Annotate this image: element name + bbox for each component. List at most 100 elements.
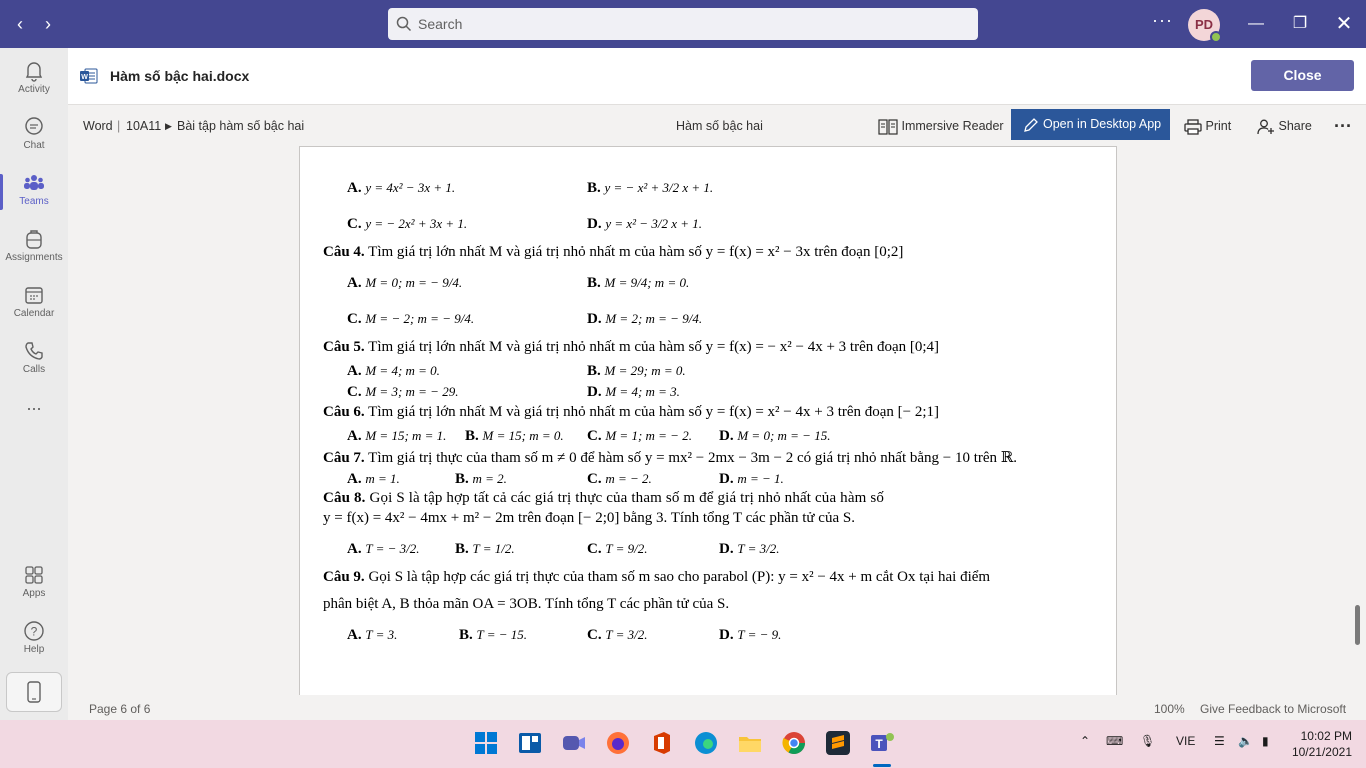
firefox-icon[interactable] bbox=[605, 730, 631, 756]
option-label: A. bbox=[347, 627, 362, 643]
option-label: C. bbox=[587, 471, 602, 487]
volume-icon[interactable]: 🔈 bbox=[1238, 734, 1253, 748]
share-person-icon bbox=[1257, 119, 1274, 134]
answer-b: M = 15; m = 0. bbox=[482, 428, 564, 443]
immersive-reader-icon bbox=[878, 119, 898, 135]
file-explorer-icon[interactable] bbox=[737, 730, 763, 756]
document-header: W Hàm số bậc hai.docx Close bbox=[68, 48, 1366, 104]
breadcrumb-chevron-icon: ▶ bbox=[165, 121, 172, 131]
immersive-reader-button[interactable]: Immersive Reader bbox=[878, 109, 1004, 143]
option-label: D. bbox=[719, 471, 734, 487]
question-text: Tìm giá trị lớn nhất M và giá trị nhỏ nh… bbox=[368, 404, 940, 420]
breadcrumb-app[interactable]: Word bbox=[83, 119, 113, 133]
rail-item-assignments[interactable]: Assignments bbox=[0, 220, 68, 276]
print-button[interactable]: Print bbox=[1184, 109, 1231, 143]
breadcrumb-class[interactable]: 10A11 bbox=[126, 119, 161, 133]
avatar[interactable]: PD bbox=[1188, 9, 1222, 43]
zoom-level[interactable]: 100% bbox=[1154, 702, 1185, 716]
office-icon[interactable] bbox=[649, 730, 675, 756]
forward-arrow-icon[interactable]: › bbox=[36, 12, 60, 36]
show-hidden-icons-chevron-icon[interactable]: ⌃ bbox=[1080, 734, 1090, 748]
download-mobile-button[interactable] bbox=[6, 672, 62, 712]
status-available-icon bbox=[1210, 31, 1222, 43]
close-button[interactable]: Close bbox=[1251, 60, 1354, 91]
search-input[interactable]: Search bbox=[388, 8, 978, 40]
answer-b: M = 29; m = 0. bbox=[604, 363, 686, 378]
answer-c: M = 1; m = − 2. bbox=[605, 428, 692, 443]
sublime-icon[interactable] bbox=[825, 730, 851, 756]
rail-item-label: Calls bbox=[22, 364, 46, 375]
document-center-title: Hàm số bậc hai bbox=[676, 119, 763, 133]
rail-item-help[interactable]: ? Help bbox=[0, 612, 68, 668]
task-view-icon[interactable] bbox=[517, 730, 543, 756]
answer-c: M = 3; m = − 29. bbox=[365, 384, 459, 399]
search-icon bbox=[396, 16, 412, 32]
option-label: C. bbox=[347, 216, 362, 232]
minimize-icon[interactable]: — bbox=[1244, 12, 1268, 36]
option-label: C. bbox=[587, 627, 602, 643]
answer-b: T = 1/2. bbox=[472, 541, 515, 556]
chat-icon bbox=[25, 117, 43, 135]
edge-icon[interactable] bbox=[693, 730, 719, 756]
feedback-link[interactable]: Give Feedback to Microsoft bbox=[1200, 702, 1346, 716]
answer-b: T = − 15. bbox=[476, 627, 528, 642]
answer-c: m = − 2. bbox=[605, 471, 652, 486]
close-window-icon[interactable]: ✕ bbox=[1332, 12, 1356, 36]
back-arrow-icon[interactable]: ‹ bbox=[8, 12, 32, 36]
open-in-desktop-app-button[interactable]: Open in Desktop App bbox=[1011, 109, 1170, 140]
rail-item-calendar[interactable]: Calendar bbox=[0, 276, 68, 332]
page-indicator: Page 6 of 6 bbox=[89, 702, 151, 716]
rail-item-apps[interactable]: Apps bbox=[0, 556, 68, 612]
document-title: Hàm số bậc hai.docx bbox=[110, 68, 250, 84]
breadcrumb-folder[interactable]: Bài tập hàm số bậc hai bbox=[177, 119, 304, 133]
vertical-scrollbar-thumb[interactable] bbox=[1355, 605, 1360, 645]
answer-c: T = 9/2. bbox=[605, 541, 648, 556]
more-commands-button[interactable]: ··· bbox=[1334, 109, 1352, 143]
avatar-initials: PD bbox=[1194, 17, 1214, 32]
question-label: Câu 6. bbox=[323, 404, 365, 420]
clock-date: 10/21/2021 bbox=[1291, 745, 1352, 759]
answer-d: M = 2; m = − 9/4. bbox=[605, 311, 703, 326]
answer-a: T = − 3/2. bbox=[365, 541, 420, 556]
svg-text:W: W bbox=[81, 74, 88, 81]
meet-chat-icon[interactable] bbox=[561, 730, 587, 756]
question-label: Câu 4. bbox=[323, 244, 365, 260]
document-page: A. y = 4x² − 3x + 1. B. y = − x² + 3/2 x… bbox=[299, 146, 1117, 695]
more-options-button[interactable]: ··· bbox=[1152, 10, 1173, 31]
immersive-reader-label: Immersive Reader bbox=[901, 119, 1004, 133]
maximize-icon[interactable]: ❐ bbox=[1288, 12, 1312, 36]
system-clock[interactable]: 10:02 PM 10/21/2021 bbox=[1290, 728, 1352, 760]
windows-start-icon[interactable] bbox=[473, 730, 499, 756]
microphone-icon[interactable]: 🎙 bbox=[1140, 734, 1155, 748]
input-language[interactable]: VIE bbox=[1176, 734, 1195, 748]
backpack-icon bbox=[26, 230, 42, 249]
rail-item-label: Help bbox=[23, 644, 45, 655]
help-icon: ? bbox=[24, 621, 44, 641]
question-text: Gọi S là tập hợp tất cả các giá trị thực… bbox=[369, 490, 884, 506]
answer-a: M = 15; m = 1. bbox=[365, 428, 447, 443]
answer-d: m = − 1. bbox=[737, 471, 784, 486]
answer-b: m = 2. bbox=[472, 471, 507, 486]
rail-item-chat[interactable]: Chat bbox=[0, 108, 68, 164]
rail-item-label: Chat bbox=[23, 140, 45, 151]
option-label: D. bbox=[587, 311, 602, 327]
keyboard-icon[interactable]: ⌨ bbox=[1106, 734, 1123, 748]
wifi-icon[interactable]: ☰ bbox=[1214, 734, 1225, 748]
option-label: A. bbox=[347, 363, 362, 379]
clock-time: 10:02 PM bbox=[1300, 729, 1352, 743]
app-rail: Activity Chat Teams Assignments Calendar… bbox=[0, 48, 68, 720]
battery-icon[interactable]: ▮ bbox=[1262, 734, 1269, 748]
command-bar: Word | 10A11 ▶ Bài tập hàm số bậc hai Hà… bbox=[68, 104, 1366, 146]
chrome-icon[interactable] bbox=[781, 730, 807, 756]
answer-b: M = 9/4; m = 0. bbox=[604, 275, 690, 290]
rail-item-teams[interactable]: Teams bbox=[0, 164, 68, 220]
question-text: Gọi S là tập hợp các giá trị thực của th… bbox=[368, 569, 991, 585]
rail-item-calls[interactable]: Calls bbox=[0, 332, 68, 388]
teams-taskbar-icon[interactable]: T bbox=[869, 730, 895, 756]
share-button[interactable]: Share bbox=[1257, 109, 1312, 143]
rail-item-label: Apps bbox=[22, 588, 46, 599]
rail-item-activity[interactable]: Activity bbox=[0, 52, 68, 108]
rail-item-label: Activity bbox=[18, 84, 50, 95]
svg-text:?: ? bbox=[31, 625, 38, 639]
rail-more-button[interactable]: ... bbox=[0, 394, 68, 450]
